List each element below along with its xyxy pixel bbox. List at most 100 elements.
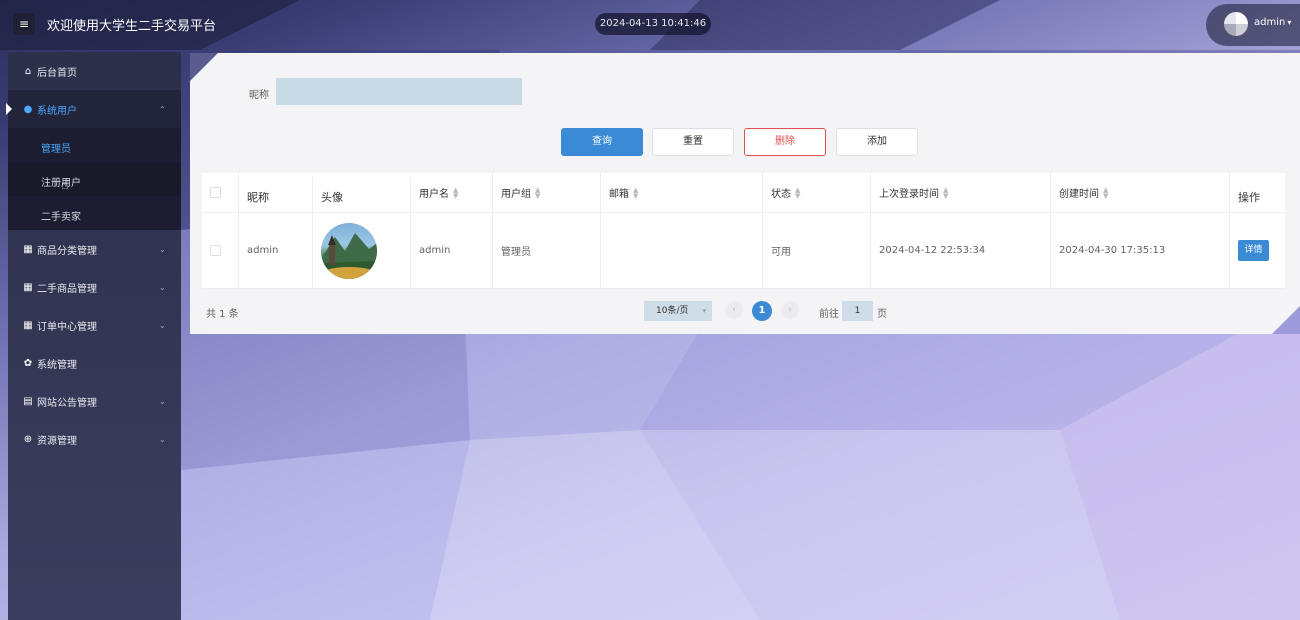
column-header-group[interactable]: 用户组 ▲ ▼ [493,173,601,212]
sidebar-subitem-sellers[interactable]: 二手卖家 [8,196,181,230]
column-header-email[interactable]: 邮箱 ▲ ▼ [601,173,763,212]
sidebar-item-label: 系统管理 [37,359,77,371]
chevron-down-icon: ⌄ [159,244,166,254]
cell-created: 2024-04-30 17:35:13 [1051,213,1230,288]
users-table: 昵称 头像 用户名 ▲ ▼ 用户组 ▲ ▼ 邮箱 ▲ ▼ 状态 ▲ ▼ 上次登录时间 ▲ ▼ 创建时… [202,173,1285,289]
header-select-cell [202,173,239,212]
row-checkbox[interactable] [210,245,221,256]
corner-decoration [1272,306,1300,334]
sidebar-item-announcements[interactable]: ▤ 网站公告管理 ⌄ [8,382,181,420]
sidebar-subitem-label: 管理员 [41,144,71,155]
detail-button[interactable]: 详情 [1238,240,1269,261]
home-icon: ⌂ [24,65,32,77]
cell-status: 可用 [763,213,871,288]
sidebar-item-label: 商品分类管理 [37,245,97,257]
chevron-up-icon: ⌃ [159,104,166,114]
sidebar-item-home[interactable]: ⌂ 后台首页 [8,52,181,90]
goto-page-input[interactable]: 1 [842,301,873,321]
sidebar-item-system-users[interactable]: ● 系统用户 ⌃ [6,90,181,128]
select-all-checkbox[interactable] [210,187,221,198]
sidebar-item-resources[interactable]: ⊕ 资源管理 ⌄ [8,420,181,458]
sidebar-subitem-admin[interactable]: 管理员 [8,128,181,162]
chevron-down-icon: ▾ [1287,18,1292,27]
column-label: 用户组 [501,189,531,200]
column-label: 邮箱 [609,189,629,200]
sidebar-item-label: 订单中心管理 [37,321,97,333]
sidebar-item-label: 系统用户 [37,105,77,117]
user-avatar[interactable] [1224,12,1248,36]
corner-decoration [190,53,218,81]
column-label: 创建时间 [1059,189,1099,200]
sidebar-item-label: 二手商品管理 [37,283,97,295]
column-header-username[interactable]: 用户名 ▲ ▼ [411,173,493,212]
prev-page-button[interactable]: ‹ [725,301,743,319]
cell-email [601,213,763,288]
user-name-dropdown[interactable]: admin ▾ [1254,17,1291,28]
grid-icon: ▦ [23,243,33,255]
nickname-search-input[interactable] [276,78,522,105]
sidebar-item-category-management[interactable]: ▦ 商品分类管理 ⌄ [8,230,181,268]
chevron-down-icon: ⌄ [159,282,166,292]
column-label: 用户名 [419,189,449,200]
query-button[interactable]: 查询 [561,128,643,156]
row-select-cell [202,213,239,288]
menu-toggle-button[interactable]: ≡ [13,13,35,35]
cell-last-login: 2024-04-12 22:53:34 [871,213,1051,288]
sort-icon[interactable]: ▲ ▼ [795,186,800,199]
delete-button[interactable]: 删除 [744,128,826,156]
column-header-created[interactable]: 创建时间 ▲ ▼ [1051,173,1230,212]
chevron-down-icon: ⌄ [159,396,166,406]
sidebar-item-label: 后台首页 [37,67,77,79]
column-header-status[interactable]: 状态 ▲ ▼ [763,173,871,212]
goto-suffix: 页 [877,309,887,320]
nickname-search-label: 昵称 [249,90,269,101]
hamburger-icon: ≡ [18,17,30,31]
gear-icon: ✿ [23,357,33,369]
plus-circle-icon: ⊕ [23,433,33,445]
sidebar-item-label: 网站公告管理 [37,397,97,409]
goto-prefix: 前往 [819,309,839,320]
page-size-value: 10条/页 [656,306,689,316]
datetime-display: 2024-04-13 10:41:46 [595,13,711,35]
sort-icon[interactable]: ▲ ▼ [943,186,948,199]
sidebar-item-label: 资源管理 [37,435,77,447]
sort-icon[interactable]: ▲ ▼ [1103,186,1108,199]
column-header-actions: 操作 [1230,177,1285,216]
chevron-down-icon: ⌄ [159,320,166,330]
next-page-button[interactable]: › [781,301,799,319]
page-size-select[interactable]: 10条/页 ▾ [644,301,712,321]
page-number-button[interactable]: 1 [752,301,772,321]
add-button[interactable]: 添加 [836,128,918,156]
sidebar-item-system-management[interactable]: ✿ 系统管理 [8,344,181,382]
column-label: 操作 [1238,190,1260,204]
column-label: 上次登录时间 [879,189,939,200]
sidebar-item-product-management[interactable]: ▦ 二手商品管理 ⌄ [8,268,181,306]
sort-icon[interactable]: ▲ ▼ [453,186,458,199]
sidebar-item-order-management[interactable]: ▦ 订单中心管理 ⌄ [8,306,181,344]
user-icon: ● [23,103,33,115]
cell-group: 管理员 [493,213,601,288]
total-count: 共 1 条 [206,309,239,320]
chevron-down-icon: ▾ [702,307,706,315]
column-header-avatar: 头像 [313,177,411,216]
column-label: 昵称 [247,190,269,204]
column-label: 状态 [771,189,791,200]
cell-avatar [313,213,411,288]
hand-cursor-icon: ☝ [61,178,69,193]
sidebar-subitem-label: 二手卖家 [41,212,81,223]
column-header-last-login[interactable]: 上次登录时间 ▲ ▼ [871,173,1051,212]
main-panel: 昵称 查询 重置 删除 添加 昵称 头像 用户名 ▲ ▼ 用户组 ▲ ▼ 邮箱 ▲ ▼ [190,53,1300,334]
cell-actions: 详情 [1230,213,1285,288]
top-bar: ≡ 欢迎使用大学生二手交易平台 2024-04-13 10:41:46 admi… [0,0,1300,50]
document-icon: ▤ [23,395,33,407]
reset-button[interactable]: 重置 [652,128,734,156]
sort-icon[interactable]: ▲ ▼ [633,186,638,199]
user-menu[interactable]: admin ▾ [1206,4,1300,46]
table-header: 昵称 头像 用户名 ▲ ▼ 用户组 ▲ ▼ 邮箱 ▲ ▼ 状态 ▲ ▼ 上次登录时间 ▲ ▼ 创建时… [202,173,1285,216]
grid-icon: ▦ [23,281,33,293]
column-label: 头像 [321,190,343,204]
sidebar: ⌂ 后台首页 ● 系统用户 ⌃ 管理员 注册用户 二手卖家 ▦ 商品分类管理 ⌄… [6,52,181,620]
table-row: admin admin 管理员 可用 2024-04-12 22:53:34 2… [202,213,1285,289]
sidebar-subitem-registered-users[interactable]: 注册用户 [8,162,181,196]
sort-icon[interactable]: ▲ ▼ [535,186,540,199]
